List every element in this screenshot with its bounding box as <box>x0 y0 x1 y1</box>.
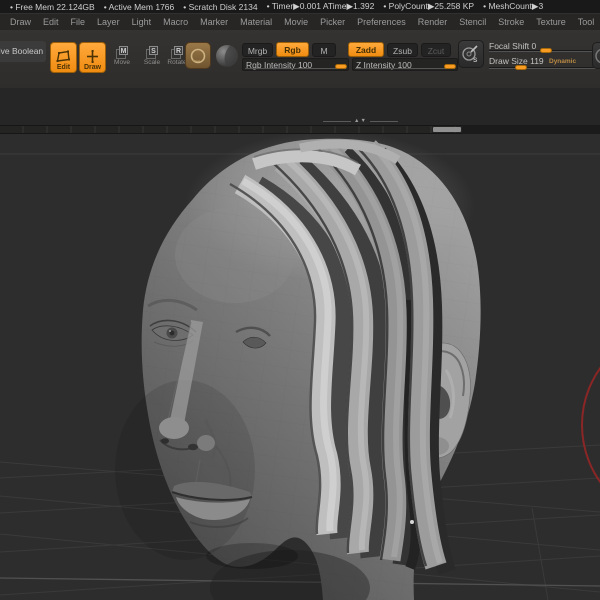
strip-vertex-dot <box>410 520 414 524</box>
move-icon: M <box>116 46 128 58</box>
edit-button-label: Edit <box>57 64 70 71</box>
edit-mode-button[interactable]: Edit <box>50 42 77 73</box>
mrgb-button[interactable]: Mrgb <box>242 43 273 57</box>
rgb-intensity-slider[interactable]: Rgb Intensity 100 <box>242 58 349 71</box>
divider-line-right <box>370 121 398 122</box>
menu-item-tool[interactable]: Tool <box>572 15 600 29</box>
zsub-button[interactable]: Zsub <box>387 43 418 57</box>
freehand-stroke-icon <box>189 47 207 65</box>
menu-item-file[interactable]: File <box>65 15 92 29</box>
menu-item-stencil[interactable]: Stencil <box>453 15 492 29</box>
zadd-button[interactable]: Zadd <box>348 42 384 57</box>
z-intensity-label: Z Intensity 100 <box>356 60 412 70</box>
top-shelf-toolbar: Live Boolean Edit Draw M Move <box>0 30 600 88</box>
rotate-button-label: Rotate <box>167 59 186 66</box>
menu-item-texture[interactable]: Texture <box>530 15 572 29</box>
m-button[interactable]: M <box>312 43 336 57</box>
status-timer: • Timer▶0.001 ATime▶1.392 <box>267 1 375 12</box>
zcut-button[interactable]: Zcut <box>421 43 451 57</box>
live-boolean-button[interactable]: Live Boolean <box>0 41 46 62</box>
edge-partial-button[interactable] <box>592 42 600 69</box>
rotate-badge: R <box>174 46 183 55</box>
rgb-intensity-handle[interactable] <box>335 64 347 69</box>
draw-pointer-icon <box>85 50 100 63</box>
edit-gyro-icon <box>56 50 71 63</box>
matcap-sphere-icon <box>216 45 238 67</box>
z-intensity-handle[interactable] <box>444 64 456 69</box>
sculptris-pro-button[interactable]: S <box>458 40 484 68</box>
zbrush-window: • Free Mem 22.124GB • Active Mem 1766 • … <box>0 0 600 600</box>
svg-text:S: S <box>473 57 478 64</box>
draw-mode-button[interactable]: Draw <box>79 42 106 73</box>
draw-size-track[interactable] <box>489 67 596 69</box>
draw-button-label: Draw <box>84 64 101 71</box>
collapse-arrows-icon: ▲▼ <box>354 117 367 125</box>
divider-line-left <box>323 121 351 122</box>
menu-item-stroke[interactable]: Stroke <box>492 15 530 29</box>
material-picker-button[interactable] <box>214 42 240 69</box>
menu-item-layer[interactable]: Layer <box>91 15 126 29</box>
move-mode-button[interactable]: M Move <box>109 46 135 66</box>
status-free-mem: • Free Mem 22.124GB <box>10 2 95 12</box>
rgb-button[interactable]: Rgb <box>276 42 309 57</box>
rotate-icon: R <box>171 46 183 58</box>
status-meshcount: • MeshCount▶3 <box>483 1 543 12</box>
document-area: ▲▼ <box>0 88 600 600</box>
dynamic-mode-label[interactable]: Dynamic <box>549 58 576 65</box>
menu-item-light[interactable]: Light <box>126 15 158 29</box>
scale-mode-button[interactable]: S Scale <box>139 46 165 66</box>
menu-item-movie[interactable]: Movie <box>278 15 314 29</box>
menu-item-picker[interactable]: Picker <box>314 15 351 29</box>
status-scratch-disk: • Scratch Disk 2134 <box>183 2 257 12</box>
tray-collapse-control[interactable]: ▲▼ <box>323 117 405 125</box>
stroke-type-button[interactable] <box>185 42 211 69</box>
timeline-tray-bar[interactable] <box>0 125 600 134</box>
status-bar: • Free Mem 22.124GB • Active Mem 1766 • … <box>0 0 600 13</box>
menu-item-draw[interactable]: Draw <box>4 15 37 29</box>
menu-item-macro[interactable]: Macro <box>157 15 194 29</box>
scale-icon: S <box>146 46 158 58</box>
menu-item-render[interactable]: Render <box>412 15 454 29</box>
move-badge: M <box>119 46 128 55</box>
z-intensity-slider[interactable]: Z Intensity 100 <box>352 58 458 71</box>
sculptris-pro-icon: S <box>461 44 481 64</box>
status-polycount: • PolyCount▶25.258 KP <box>383 1 474 12</box>
viewport-canvas[interactable] <box>0 134 600 600</box>
live-boolean-label: Live Boolean <box>0 41 43 62</box>
move-button-label: Move <box>114 59 130 66</box>
ring-icon <box>595 46 600 66</box>
tray-scroll-thumb[interactable] <box>433 127 461 132</box>
focal-shift-handle[interactable] <box>540 48 552 53</box>
tray-segments <box>0 125 462 134</box>
rgb-intensity-label: Rgb Intensity 100 <box>246 60 312 70</box>
menu-item-marker[interactable]: Marker <box>194 15 234 29</box>
scale-badge: S <box>149 46 158 55</box>
menu-bar: Draw Edit File Layer Light Macro Marker … <box>0 13 600 30</box>
draw-size-handle[interactable] <box>515 65 527 70</box>
status-active-mem: • Active Mem 1766 <box>104 2 175 12</box>
scale-button-label: Scale <box>144 59 160 66</box>
menu-item-material[interactable]: Material <box>234 15 278 29</box>
menu-item-edit[interactable]: Edit <box>37 15 65 29</box>
menu-item-preferences[interactable]: Preferences <box>351 15 412 29</box>
